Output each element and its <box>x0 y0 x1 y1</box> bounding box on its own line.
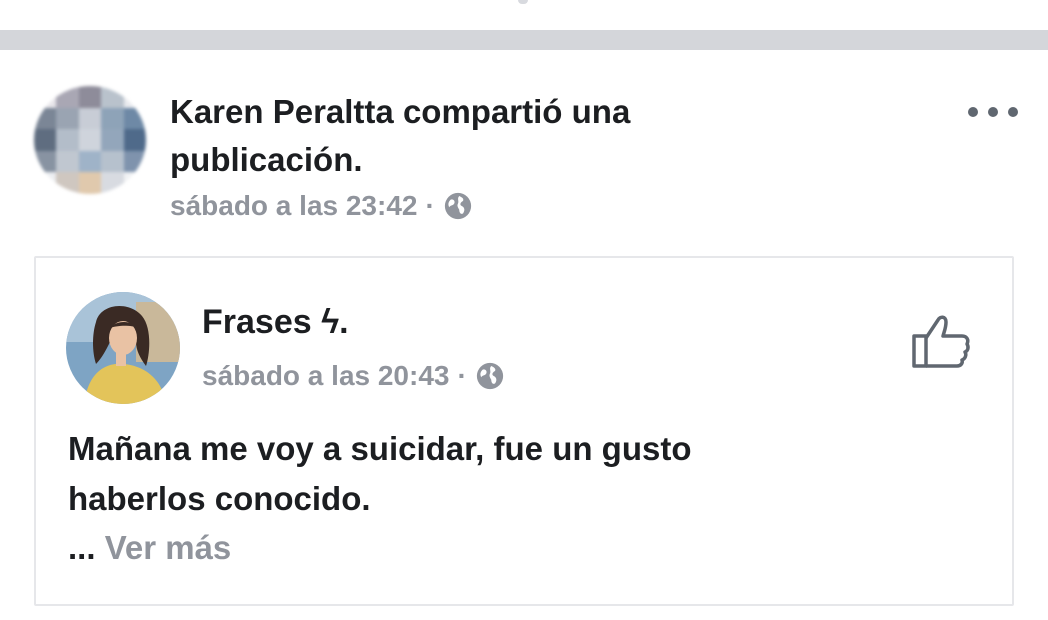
share-header-line-2: publicación. <box>170 136 930 184</box>
globe-icon[interactable] <box>475 361 505 391</box>
share-action-text: compartió una <box>402 93 631 130</box>
feed-separator <box>0 30 1048 50</box>
sharer-name-link[interactable]: Karen Peraltta <box>170 93 394 130</box>
see-more-row: ... Ver más <box>68 526 231 570</box>
page-avatar[interactable] <box>66 292 180 404</box>
post-text-line-2: haberlos conocido. <box>68 480 371 517</box>
share-timestamp[interactable]: sábado a las 23:42 <box>170 190 417 222</box>
top-strip <box>0 0 1048 30</box>
thumbs-up-icon[interactable] <box>910 312 972 370</box>
pixelated-avatar-image <box>34 86 146 194</box>
share-action-text-2: publicación. <box>170 141 363 178</box>
sharer-avatar[interactable] <box>34 86 146 194</box>
see-more-link[interactable]: Ver más <box>105 529 232 566</box>
globe-icon[interactable] <box>443 191 473 221</box>
post-text-line-1: Mañana me voy a suicidar, fue un gusto <box>68 430 692 467</box>
share-header-line-1: Karen Peraltta compartió una <box>170 88 930 136</box>
more-options-icon[interactable] <box>968 100 1018 124</box>
ellipsis: ... <box>68 529 96 566</box>
page-name-link[interactable]: Frases ϟ. <box>202 300 349 344</box>
share-header-text: Karen Peraltta compartió una publicación… <box>170 88 930 184</box>
shared-post-timestamp[interactable]: sábado a las 20:43 <box>202 360 449 392</box>
shared-post-text: Mañana me voy a suicidar, fue un gusto h… <box>68 424 968 524</box>
shared-post-meta: sábado a las 20:43 · <box>202 356 505 396</box>
page-avatar-image <box>66 292 180 404</box>
meta-separator: · <box>425 190 435 221</box>
share-meta: sábado a las 23:42 · <box>170 186 473 226</box>
meta-separator: · <box>457 360 467 391</box>
top-nub <box>518 0 528 4</box>
